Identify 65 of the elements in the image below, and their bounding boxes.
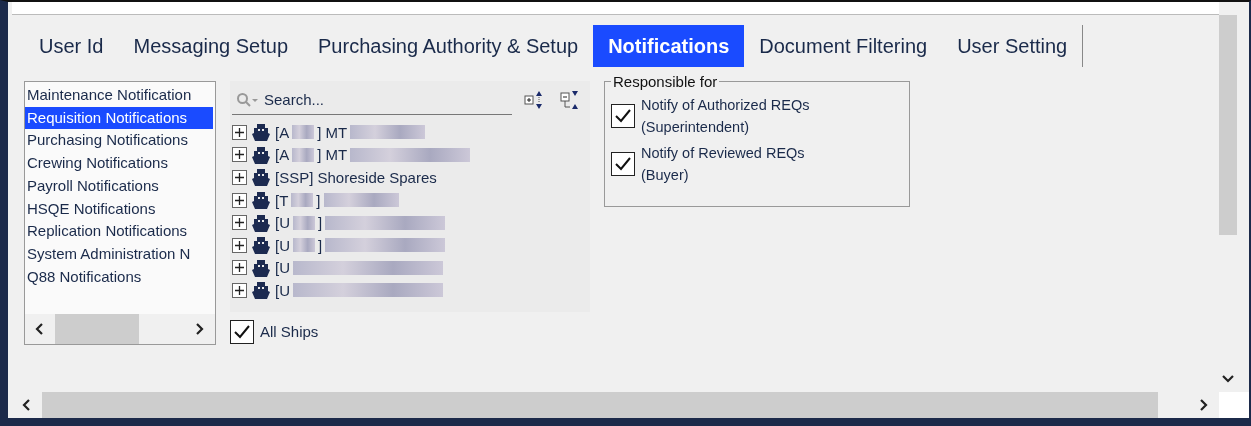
list-item[interactable]: Maintenance Notification — [25, 84, 213, 107]
checkbox[interactable] — [611, 152, 635, 176]
ship-name: [SSP] Shoreside Spares — [275, 169, 437, 186]
list-item[interactable]: Crewing Notifications — [25, 152, 213, 175]
list-item[interactable]: Payroll Notifications — [25, 174, 213, 198]
ship-icon — [250, 190, 272, 211]
ship-icon — [250, 144, 272, 165]
ship-name: ] MT — [317, 123, 348, 141]
list-item[interactable]: Replication Notifications — [25, 220, 213, 243]
ship-name: [U — [275, 214, 290, 232]
scrollbar-thumb[interactable] — [42, 392, 1158, 418]
list-item[interactable]: System Administration N — [25, 242, 213, 266]
ship-icon — [250, 235, 272, 256]
ship-icon — [250, 167, 272, 188]
tab[interactable]: User Setting — [942, 25, 1083, 67]
ship-name: [T — [275, 191, 289, 209]
check-icon — [614, 156, 632, 172]
ship-icon — [250, 280, 272, 301]
ship-name: [A — [275, 123, 290, 141]
checkbox-label: Notify of Authorized REQs (Superintendent) — [641, 96, 810, 137]
tab[interactable]: Messaging Setup — [118, 25, 303, 67]
ship-name: [U — [275, 236, 290, 254]
ship-name: ] — [316, 191, 321, 209]
list-item[interactable]: Requisition Notifications — [25, 106, 213, 130]
redacted-text-blur — [291, 193, 314, 208]
tab[interactable]: Document Filtering — [744, 25, 943, 67]
list-item[interactable]: Q88 Notifications — [25, 265, 213, 289]
expand-icon[interactable] — [232, 192, 247, 208]
expand-icon[interactable] — [232, 170, 247, 185]
expand-icon[interactable] — [232, 282, 247, 298]
tab[interactable]: User Id — [24, 25, 119, 67]
expand-icon[interactable] — [232, 237, 247, 253]
ship-icon — [250, 212, 272, 233]
scrollbar-corner — [1219, 392, 1249, 418]
expand-icon[interactable] — [232, 147, 247, 163]
ship-icon — [250, 257, 272, 278]
ship-name: [U — [275, 259, 290, 277]
redacted-text-blur — [292, 147, 315, 162]
check-icon — [614, 108, 632, 124]
ship-name: ] — [318, 214, 323, 232]
search-icon — [236, 92, 260, 108]
redacted-text-blur — [293, 215, 315, 230]
list-item[interactable]: HSQE Notifications — [25, 197, 213, 221]
expand-icon[interactable] — [232, 260, 247, 276]
checkbox[interactable] — [611, 104, 635, 128]
tab[interactable]: Purchasing Authority & Setup — [303, 25, 594, 67]
checkbox-label: All Ships — [260, 323, 319, 341]
scrollbar-thumb[interactable] — [55, 314, 139, 344]
search-field[interactable]: Search... — [232, 85, 512, 115]
check-icon — [233, 323, 251, 340]
checkbox[interactable] — [230, 319, 254, 344]
tab[interactable]: Notifications — [593, 25, 745, 67]
ship-name: ] MT — [317, 146, 348, 164]
ship-icon — [250, 122, 272, 143]
group-title: Responsible for — [612, 73, 719, 90]
ship-name: ] — [318, 236, 323, 254]
expand-icon[interactable] — [232, 124, 247, 140]
redacted-text-blur — [293, 238, 315, 253]
expand-icon[interactable] — [232, 215, 247, 231]
ship-name: [A — [275, 146, 290, 164]
checkbox-label: Notify of Reviewed REQs (Buyer) — [641, 144, 805, 185]
scrollbar-thumb[interactable] — [1219, 15, 1237, 235]
redacted-text-blur — [292, 125, 315, 140]
list-item[interactable]: Purchasing Notifications — [25, 129, 213, 153]
ship-name: [U — [275, 281, 290, 299]
